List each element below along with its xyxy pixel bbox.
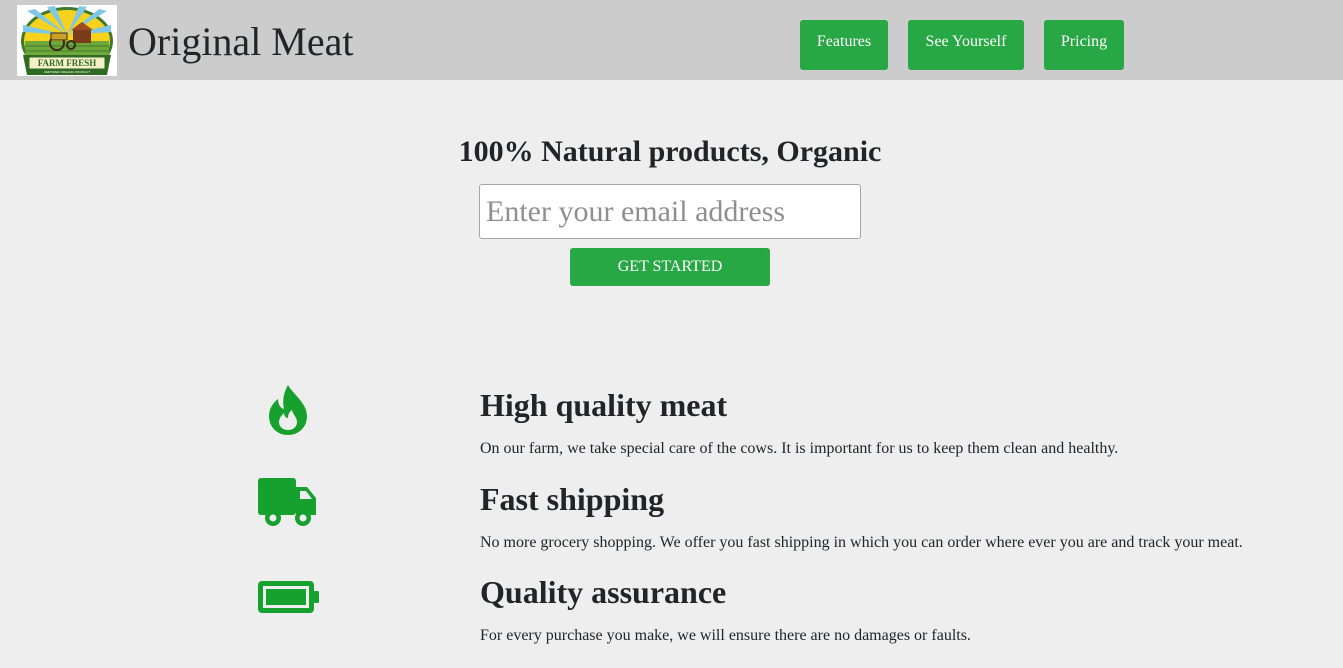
hero-title: 100% Natural products, Organic: [458, 135, 882, 168]
farm-fresh-logo[interactable]: FARM FRESH CERTIFIED ORGANIC PRODUCT: [17, 5, 117, 76]
feature-title: High quality meat: [480, 387, 728, 423]
logo-subtext: CERTIFIED ORGANIC PRODUCT: [44, 70, 90, 74]
email-input[interactable]: [479, 184, 861, 239]
feature-description: For every purchase you make, we will ens…: [480, 627, 971, 644]
get-started-button[interactable]: GET STARTED: [570, 248, 770, 286]
battery-full-icon: [258, 581, 319, 613]
farm-fresh-logo-image: FARM FRESH CERTIFIED ORGANIC PRODUCT: [17, 5, 117, 76]
truck-icon: [258, 478, 316, 526]
nav-features-button[interactable]: Features: [800, 20, 888, 70]
nav-pricing-button[interactable]: Pricing: [1044, 20, 1124, 70]
feature-description: On our farm, we take special care of the…: [480, 440, 1119, 457]
header: FARM FRESH CERTIFIED ORGANIC PRODUCT Ori…: [0, 0, 1343, 80]
feature-title: Quality assurance: [480, 574, 727, 610]
feature-description: No more grocery shopping. We offer you f…: [480, 534, 1243, 551]
logo-text: FARM FRESH: [38, 58, 97, 68]
nav-see-yourself-button[interactable]: See Yourself: [908, 20, 1024, 70]
brand-name: Original Meat: [128, 19, 354, 64]
fire-icon: [269, 385, 307, 435]
feature-title: Fast shipping: [480, 481, 665, 517]
